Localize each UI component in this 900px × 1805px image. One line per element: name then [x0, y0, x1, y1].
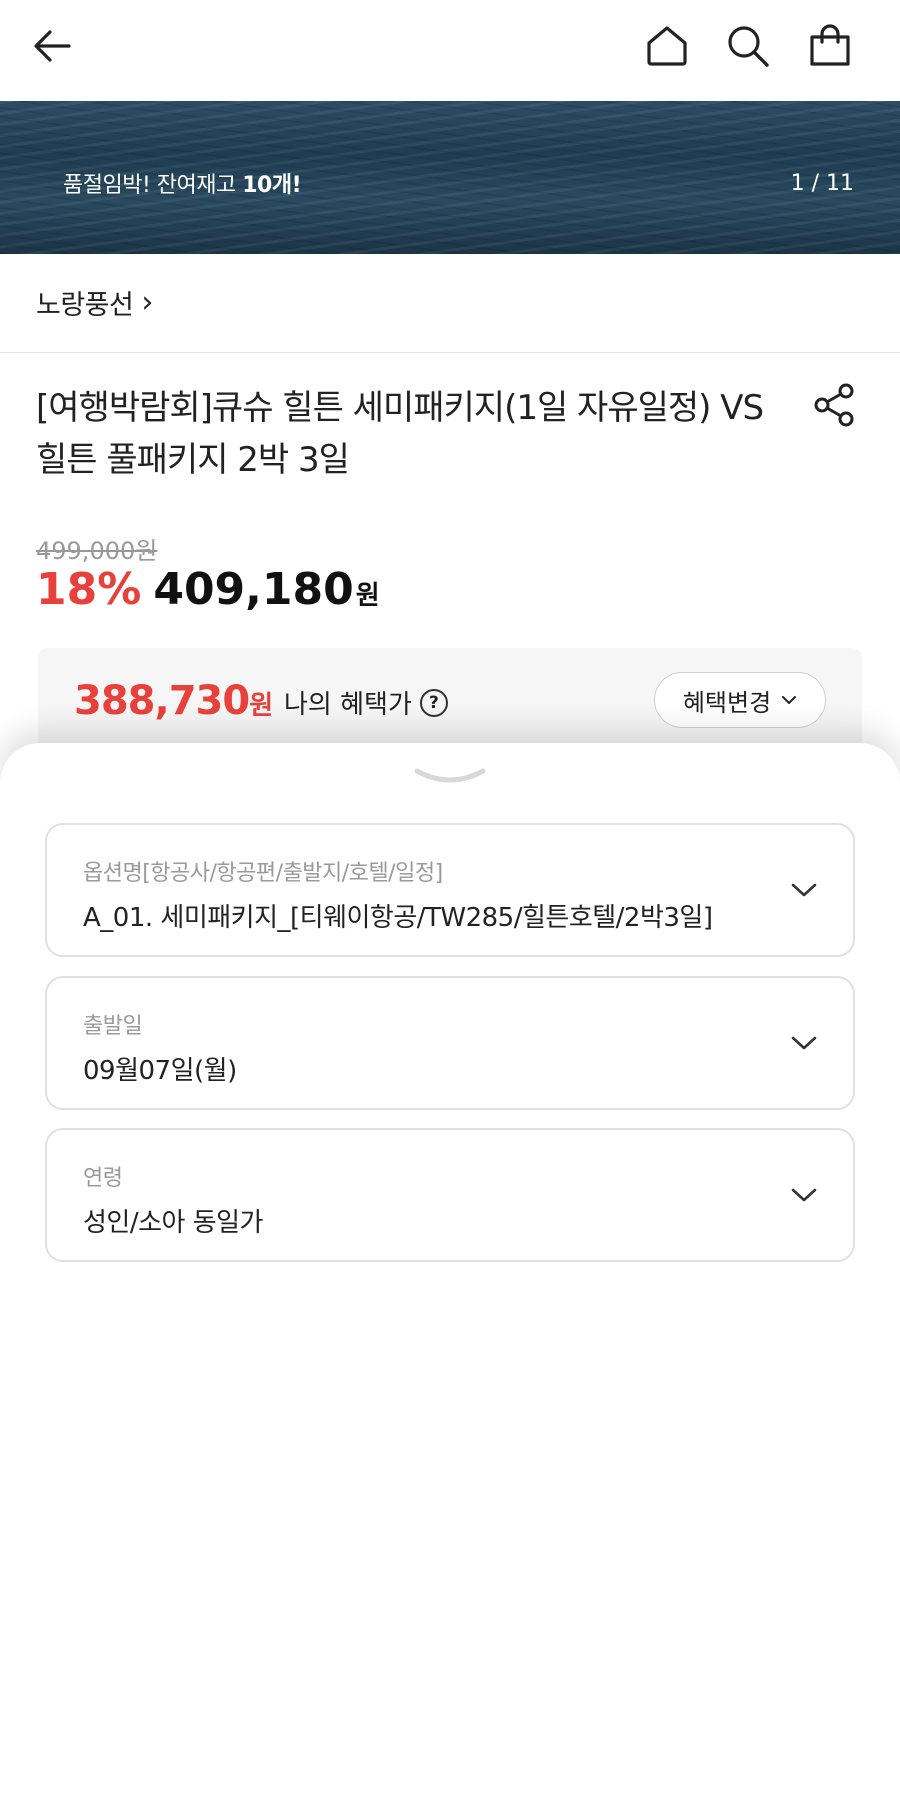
stock-prefix: 품절임박! 잔여재고 — [63, 173, 243, 198]
chevron-right-icon: › — [141, 284, 153, 320]
option-label: 출발일 — [83, 1014, 143, 1039]
sale-price-unit: 원 — [355, 581, 380, 611]
option-select-package[interactable]: 옵션명[항공사/항공편/출발지/호텔/일정] A_01. 세미패키지_[티웨이항… — [45, 823, 855, 957]
benefit-price-box: 388,730원 나의 혜택가 ? 혜택변경 — [38, 648, 862, 753]
benefit-price-value: 388,730 — [74, 678, 250, 724]
option-select-departure-date[interactable]: 출발일 09월07일(월) — [45, 976, 855, 1110]
chevron-down-icon — [789, 1028, 819, 1058]
sheet-handle-icon[interactable] — [413, 765, 487, 789]
option-bottom-sheet: 옵션명[항공사/항공편/출발지/호텔/일정] A_01. 세미패키지_[티웨이항… — [0, 743, 900, 1805]
seller-link[interactable]: 노랑풍선 › — [36, 283, 153, 322]
option-value: 성인/소아 동일가 — [83, 1208, 263, 1238]
shopping-bag-icon[interactable] — [800, 16, 860, 76]
benefit-price-unit: 원 — [249, 691, 273, 721]
discount-rate: 18% — [36, 564, 142, 615]
benefit-label-group: 나의 혜택가 ? — [284, 684, 448, 721]
benefit-price: 388,730원 — [74, 678, 273, 724]
stock-count: 10개! — [242, 173, 302, 198]
option-label: 옵션명[항공사/항공편/출발지/호텔/일정] — [83, 861, 443, 886]
change-benefit-button[interactable]: 혜택변경 — [654, 672, 826, 728]
benefit-label: 나의 혜택가 — [284, 690, 412, 720]
top-app-bar — [0, 0, 900, 101]
price-row: 18% 409,180 원 — [36, 564, 380, 615]
share-icon[interactable] — [812, 382, 858, 428]
product-image-banner[interactable]: 품절임박! 잔여재고 10개! 1 / 11 — [0, 101, 900, 254]
product-title: [여행박람회]큐슈 힐튼 세미패키지(1일 자유일정) VS 힐튼 풀패키지 2… — [36, 388, 764, 480]
divider — [0, 352, 900, 353]
option-label: 연령 — [83, 1166, 123, 1191]
original-price: 499,000원 — [36, 537, 158, 565]
chevron-down-icon — [789, 1180, 819, 1210]
home-icon[interactable] — [637, 16, 697, 76]
stock-notice: 품절임박! 잔여재고 10개! — [63, 167, 302, 199]
option-value: 09월07일(월) — [83, 1056, 237, 1086]
seller-name: 노랑풍선 — [36, 290, 134, 321]
change-benefit-label: 혜택변경 — [682, 688, 772, 717]
sale-price: 409,180 — [153, 564, 354, 615]
chevron-down-icon — [789, 875, 819, 905]
help-icon[interactable]: ? — [419, 688, 448, 717]
image-counter: 1 / 11 — [790, 171, 854, 196]
option-select-age[interactable]: 연령 성인/소아 동일가 — [45, 1128, 855, 1262]
search-icon[interactable] — [718, 16, 778, 76]
option-value: A_01. 세미패키지_[티웨이항공/TW285/힐튼호텔/2박3일] — [83, 903, 713, 933]
chevron-down-icon — [782, 696, 797, 704]
back-arrow-icon[interactable] — [22, 16, 82, 76]
